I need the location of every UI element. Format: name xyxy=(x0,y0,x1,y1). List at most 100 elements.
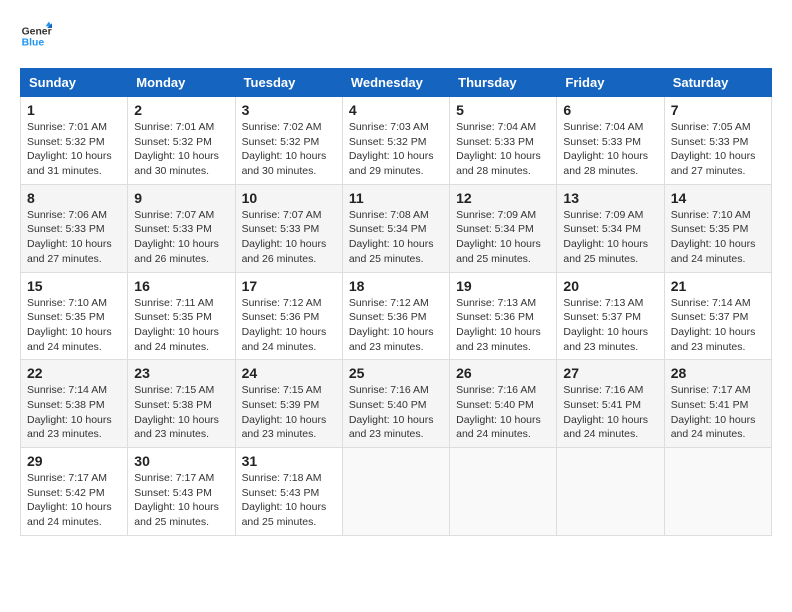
day-info: Sunrise: 7:14 AM Sunset: 5:38 PM Dayligh… xyxy=(27,383,121,442)
calendar-cell: 2 Sunrise: 7:01 AM Sunset: 5:32 PM Daylig… xyxy=(128,97,235,185)
day-info: Sunrise: 7:14 AM Sunset: 5:37 PM Dayligh… xyxy=(671,296,765,355)
calendar-cell: 23 Sunrise: 7:15 AM Sunset: 5:38 PM Dayli… xyxy=(128,360,235,448)
calendar-cell: 21 Sunrise: 7:14 AM Sunset: 5:37 PM Dayli… xyxy=(664,272,771,360)
weekday-header-tuesday: Tuesday xyxy=(235,69,342,97)
calendar-cell: 24 Sunrise: 7:15 AM Sunset: 5:39 PM Dayli… xyxy=(235,360,342,448)
weekday-header-wednesday: Wednesday xyxy=(342,69,449,97)
day-number: 3 xyxy=(242,102,336,118)
day-number: 24 xyxy=(242,365,336,381)
day-info: Sunrise: 7:08 AM Sunset: 5:34 PM Dayligh… xyxy=(349,208,443,267)
calendar-cell: 6Sunrise: 7:04 AM Sunset: 5:33 PM Daylig… xyxy=(557,97,664,185)
day-info: Sunrise: 7:06 AM Sunset: 5:33 PM Dayligh… xyxy=(27,208,121,267)
day-info: Sunrise: 7:03 AM Sunset: 5:32 PM Dayligh… xyxy=(349,120,443,179)
svg-text:Blue: Blue xyxy=(22,38,45,49)
day-info: Sunrise: 7:17 AM Sunset: 5:41 PM Dayligh… xyxy=(671,383,765,442)
calendar-cell: 25 Sunrise: 7:16 AM Sunset: 5:40 PM Dayli… xyxy=(342,360,449,448)
day-number: 27 xyxy=(563,365,657,381)
day-number: 16 xyxy=(134,278,228,294)
calendar-cell: 10Sunrise: 7:07 AM Sunset: 5:33 PM Dayli… xyxy=(235,184,342,272)
calendar-cell: 16 Sunrise: 7:11 AM Sunset: 5:35 PM Dayli… xyxy=(128,272,235,360)
calendar-week-3: 15 Sunrise: 7:10 AM Sunset: 5:35 PM Dayli… xyxy=(21,272,772,360)
day-info: Sunrise: 7:13 AM Sunset: 5:36 PM Dayligh… xyxy=(456,296,550,355)
calendar-cell: 5Sunrise: 7:04 AM Sunset: 5:33 PM Daylig… xyxy=(450,97,557,185)
calendar-table: SundayMondayTuesdayWednesdayThursdayFrid… xyxy=(20,68,772,536)
day-number: 15 xyxy=(27,278,121,294)
day-info: Sunrise: 7:09 AM Sunset: 5:34 PM Dayligh… xyxy=(563,208,657,267)
calendar-cell: 4 Sunrise: 7:03 AM Sunset: 5:32 PM Daylig… xyxy=(342,97,449,185)
logo-icon: General Blue xyxy=(20,20,52,52)
day-number: 22 xyxy=(27,365,121,381)
day-info: Sunrise: 7:02 AM Sunset: 5:32 PM Dayligh… xyxy=(242,120,336,179)
day-info: Sunrise: 7:16 AM Sunset: 5:40 PM Dayligh… xyxy=(349,383,443,442)
weekday-header-saturday: Saturday xyxy=(664,69,771,97)
day-number: 8 xyxy=(27,190,121,206)
day-info: Sunrise: 7:10 AM Sunset: 5:35 PM Dayligh… xyxy=(27,296,121,355)
day-info: Sunrise: 7:12 AM Sunset: 5:36 PM Dayligh… xyxy=(349,296,443,355)
day-info: Sunrise: 7:10 AM Sunset: 5:35 PM Dayligh… xyxy=(671,208,765,267)
day-number: 14 xyxy=(671,190,765,206)
calendar-cell xyxy=(342,448,449,536)
calendar-cell xyxy=(557,448,664,536)
calendar-week-2: 8 Sunrise: 7:06 AM Sunset: 5:33 PM Daylig… xyxy=(21,184,772,272)
day-number: 4 xyxy=(349,102,443,118)
weekday-header-sunday: Sunday xyxy=(21,69,128,97)
day-number: 7 xyxy=(671,102,765,118)
day-info: Sunrise: 7:01 AM Sunset: 5:32 PM Dayligh… xyxy=(134,120,228,179)
weekday-header-thursday: Thursday xyxy=(450,69,557,97)
weekday-header-friday: Friday xyxy=(557,69,664,97)
day-info: Sunrise: 7:15 AM Sunset: 5:39 PM Dayligh… xyxy=(242,383,336,442)
day-info: Sunrise: 7:13 AM Sunset: 5:37 PM Dayligh… xyxy=(563,296,657,355)
calendar-cell: 30Sunrise: 7:17 AM Sunset: 5:43 PM Dayli… xyxy=(128,448,235,536)
day-info: Sunrise: 7:04 AM Sunset: 5:33 PM Dayligh… xyxy=(456,120,550,179)
calendar-cell: 14 Sunrise: 7:10 AM Sunset: 5:35 PM Dayli… xyxy=(664,184,771,272)
calendar-cell: 13 Sunrise: 7:09 AM Sunset: 5:34 PM Dayli… xyxy=(557,184,664,272)
page-header: General Blue xyxy=(20,20,772,52)
calendar-cell: 22 Sunrise: 7:14 AM Sunset: 5:38 PM Dayli… xyxy=(21,360,128,448)
calendar-cell: 15 Sunrise: 7:10 AM Sunset: 5:35 PM Dayli… xyxy=(21,272,128,360)
calendar-cell: 20 Sunrise: 7:13 AM Sunset: 5:37 PM Dayli… xyxy=(557,272,664,360)
day-info: Sunrise: 7:12 AM Sunset: 5:36 PM Dayligh… xyxy=(242,296,336,355)
day-info: Sunrise: 7:16 AM Sunset: 5:40 PM Dayligh… xyxy=(456,383,550,442)
calendar-cell: 8 Sunrise: 7:06 AM Sunset: 5:33 PM Daylig… xyxy=(21,184,128,272)
calendar-cell: 3 Sunrise: 7:02 AM Sunset: 5:32 PM Daylig… xyxy=(235,97,342,185)
day-number: 25 xyxy=(349,365,443,381)
day-info: Sunrise: 7:07 AM Sunset: 5:33 PM Dayligh… xyxy=(134,208,228,267)
day-info: Sunrise: 7:15 AM Sunset: 5:38 PM Dayligh… xyxy=(134,383,228,442)
calendar-cell: 19 Sunrise: 7:13 AM Sunset: 5:36 PM Dayli… xyxy=(450,272,557,360)
day-info: Sunrise: 7:18 AM Sunset: 5:43 PM Dayligh… xyxy=(242,471,336,530)
day-number: 1 xyxy=(27,102,121,118)
calendar-week-5: 29 Sunrise: 7:17 AM Sunset: 5:42 PM Dayli… xyxy=(21,448,772,536)
calendar-cell xyxy=(450,448,557,536)
day-number: 2 xyxy=(134,102,228,118)
calendar-cell: 29 Sunrise: 7:17 AM Sunset: 5:42 PM Dayli… xyxy=(21,448,128,536)
calendar-week-4: 22 Sunrise: 7:14 AM Sunset: 5:38 PM Dayli… xyxy=(21,360,772,448)
day-number: 20 xyxy=(563,278,657,294)
calendar-cell: 7 Sunrise: 7:05 AM Sunset: 5:33 PM Daylig… xyxy=(664,97,771,185)
day-info: Sunrise: 7:01 AM Sunset: 5:32 PM Dayligh… xyxy=(27,120,121,179)
logo: General Blue xyxy=(20,20,52,52)
day-number: 29 xyxy=(27,453,121,469)
day-number: 23 xyxy=(134,365,228,381)
day-number: 17 xyxy=(242,278,336,294)
day-info: Sunrise: 7:11 AM Sunset: 5:35 PM Dayligh… xyxy=(134,296,228,355)
day-number: 21 xyxy=(671,278,765,294)
day-number: 28 xyxy=(671,365,765,381)
day-number: 12 xyxy=(456,190,550,206)
day-info: Sunrise: 7:17 AM Sunset: 5:42 PM Dayligh… xyxy=(27,471,121,530)
weekday-header-monday: Monday xyxy=(128,69,235,97)
day-info: Sunrise: 7:09 AM Sunset: 5:34 PM Dayligh… xyxy=(456,208,550,267)
day-number: 9 xyxy=(134,190,228,206)
day-number: 19 xyxy=(456,278,550,294)
calendar-cell: 28 Sunrise: 7:17 AM Sunset: 5:41 PM Dayli… xyxy=(664,360,771,448)
day-info: Sunrise: 7:16 AM Sunset: 5:41 PM Dayligh… xyxy=(563,383,657,442)
day-info: Sunrise: 7:04 AM Sunset: 5:33 PM Dayligh… xyxy=(563,120,657,179)
day-info: Sunrise: 7:05 AM Sunset: 5:33 PM Dayligh… xyxy=(671,120,765,179)
calendar-cell: 9 Sunrise: 7:07 AM Sunset: 5:33 PM Daylig… xyxy=(128,184,235,272)
day-info: Sunrise: 7:17 AM Sunset: 5:43 PM Dayligh… xyxy=(134,471,228,530)
day-number: 31 xyxy=(242,453,336,469)
day-number: 13 xyxy=(563,190,657,206)
calendar-cell: 1 Sunrise: 7:01 AM Sunset: 5:32 PM Daylig… xyxy=(21,97,128,185)
calendar-cell: 17 Sunrise: 7:12 AM Sunset: 5:36 PM Dayli… xyxy=(235,272,342,360)
calendar-body: 1 Sunrise: 7:01 AM Sunset: 5:32 PM Daylig… xyxy=(21,97,772,536)
calendar-cell: 26Sunrise: 7:16 AM Sunset: 5:40 PM Dayli… xyxy=(450,360,557,448)
